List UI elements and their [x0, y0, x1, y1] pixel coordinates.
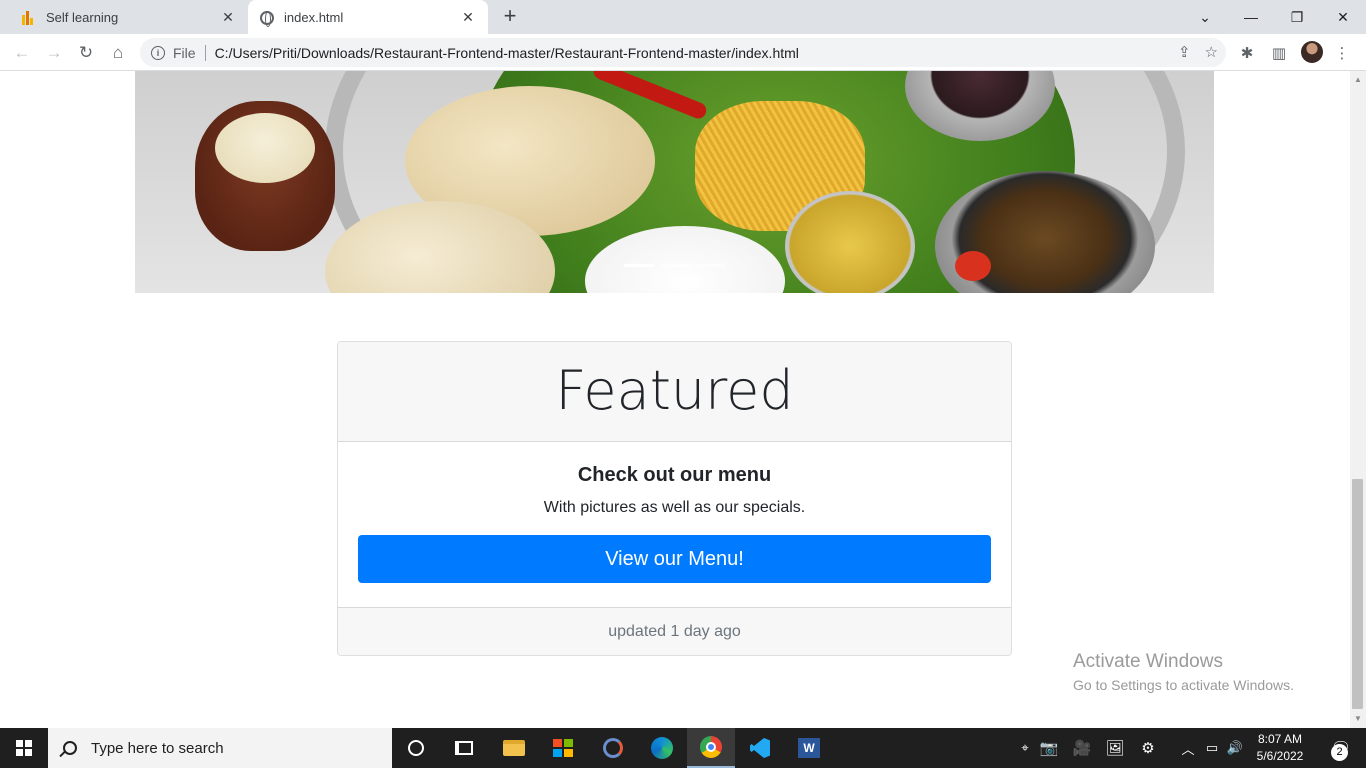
card-title: Check out our menu: [577, 464, 772, 486]
scheme-label: File: [173, 44, 196, 61]
side-panel-icon[interactable]: ▥: [1267, 41, 1291, 65]
video-icon[interactable]: 🎥: [1068, 728, 1096, 768]
extensions-icon[interactable]: ✱: [1235, 41, 1259, 65]
page-viewport: Featured Check out our menu With picture…: [0, 71, 1350, 728]
scrollbar[interactable]: ▲ ▼: [1350, 71, 1366, 728]
notification-badge: 2: [1331, 744, 1348, 761]
divider: [204, 44, 206, 61]
word-icon: W: [798, 738, 820, 758]
taskbar-search-box[interactable]: Type here to search: [48, 728, 392, 768]
search-placeholder: Type here to search: [91, 739, 224, 757]
clock-date: 5/6/2022: [1256, 749, 1304, 763]
url-text[interactable]: C:/Users/Priti/Downloads/Restaurant-Fron…: [215, 45, 799, 61]
chrome-icon: [700, 736, 722, 758]
pin-icon[interactable]: ⌖: [1014, 728, 1036, 768]
carousel-indicator[interactable]: [660, 264, 690, 267]
watermark-title: Activate Windows: [1073, 651, 1223, 672]
carousel-image: [135, 71, 1214, 293]
card-header: Featured: [338, 342, 1011, 442]
featured-card: Featured Check out our menu With picture…: [337, 341, 1012, 656]
photos-icon: [603, 738, 623, 758]
avatar[interactable]: [1301, 41, 1323, 63]
volume-icon[interactable]: 🔊: [1224, 728, 1246, 768]
edge-button[interactable]: [638, 728, 686, 768]
chevron-up-icon[interactable]: ︿: [1178, 728, 1198, 768]
new-tab-button[interactable]: +: [498, 5, 522, 29]
gear-icon[interactable]: ⚙: [1134, 728, 1162, 768]
tab-title: index.html: [284, 9, 344, 25]
home-button[interactable]: ⌂: [105, 40, 131, 66]
tab-index-html[interactable]: index.html ✕: [248, 0, 488, 34]
browser-toolbar: ← → ↻ ⌂ i File C:/Users/Priti/Downloads/…: [0, 34, 1366, 71]
clock-time: 8:07 AM: [1257, 732, 1303, 746]
edge-icon: [651, 737, 673, 759]
camera-icon[interactable]: 📷: [1036, 728, 1062, 768]
gallery-icon[interactable]: 🖼: [1102, 728, 1128, 768]
photos-button[interactable]: [589, 728, 637, 768]
info-icon[interactable]: i: [151, 45, 165, 60]
search-icon: [63, 741, 77, 755]
store-icon: [553, 739, 573, 757]
activate-windows-watermark: Activate Windows Go to Settings to activ…: [1073, 651, 1294, 693]
task-view-button[interactable]: [440, 728, 488, 768]
star-icon[interactable]: ☆: [1205, 43, 1218, 61]
share-icon[interactable]: ⇪: [1178, 43, 1191, 61]
vscode-icon: [750, 738, 770, 758]
view-menu-button[interactable]: View our Menu!: [358, 535, 991, 583]
bar-chart-icon: [22, 9, 38, 25]
chrome-button[interactable]: [687, 728, 735, 768]
taskbar: Type here to search W ⌖ 📷 🎥 🖼 ⚙ ︿ ▭ 🔊 8:…: [0, 728, 1366, 768]
cortana-icon: [408, 740, 424, 756]
window-close-button[interactable]: ✕: [1320, 0, 1366, 34]
system-clock[interactable]: 8:07 AM 5/6/2022: [1250, 731, 1310, 765]
restore-button[interactable]: ❐: [1274, 0, 1320, 34]
address-bar[interactable]: i File C:/Users/Priti/Downloads/Restaura…: [140, 38, 1226, 67]
task-view-icon: [455, 741, 473, 755]
close-icon[interactable]: ✕: [458, 7, 478, 27]
windows-logo-icon: [16, 740, 32, 756]
close-icon[interactable]: ✕: [218, 7, 238, 27]
store-button[interactable]: [539, 728, 587, 768]
forward-button[interactable]: →: [41, 40, 67, 66]
watermark-subtitle: Go to Settings to activate Windows.: [1073, 677, 1294, 693]
card-body: Check out our menu With pictures as well…: [338, 442, 1011, 607]
carousel-indicator[interactable]: [696, 264, 726, 267]
vscode-button[interactable]: [736, 728, 784, 768]
tab-self-learning[interactable]: Self learning ✕: [8, 0, 248, 34]
file-explorer-button[interactable]: [490, 728, 538, 768]
reload-button[interactable]: ↻: [73, 40, 99, 66]
battery-icon[interactable]: ▭: [1202, 728, 1222, 768]
word-button[interactable]: W: [785, 728, 833, 768]
tab-title: Self learning: [46, 9, 119, 25]
scroll-up-icon[interactable]: ▲: [1350, 73, 1366, 87]
carousel-indicators: [624, 264, 726, 267]
scroll-down-icon[interactable]: ▼: [1350, 712, 1366, 726]
minimize-button[interactable]: —: [1228, 0, 1274, 34]
back-button[interactable]: ←: [9, 40, 35, 66]
start-button[interactable]: [0, 728, 48, 768]
cortana-button[interactable]: [392, 728, 440, 768]
card-header-title: Featured: [555, 359, 794, 422]
tab-search-chevron-icon[interactable]: ⌄: [1182, 0, 1228, 34]
folder-icon: [503, 740, 525, 756]
globe-icon: [260, 9, 276, 27]
tab-strip: Self learning ✕ index.html ✕ + ⌄ — ❐ ✕: [0, 0, 1366, 34]
menu-kebab-icon[interactable]: ⋮: [1330, 41, 1354, 65]
scrollbar-thumb[interactable]: [1352, 479, 1363, 709]
card-footer: updated 1 day ago: [338, 607, 1011, 655]
carousel-indicator[interactable]: [624, 264, 654, 267]
card-text: With pictures as well as our specials.: [543, 499, 806, 516]
